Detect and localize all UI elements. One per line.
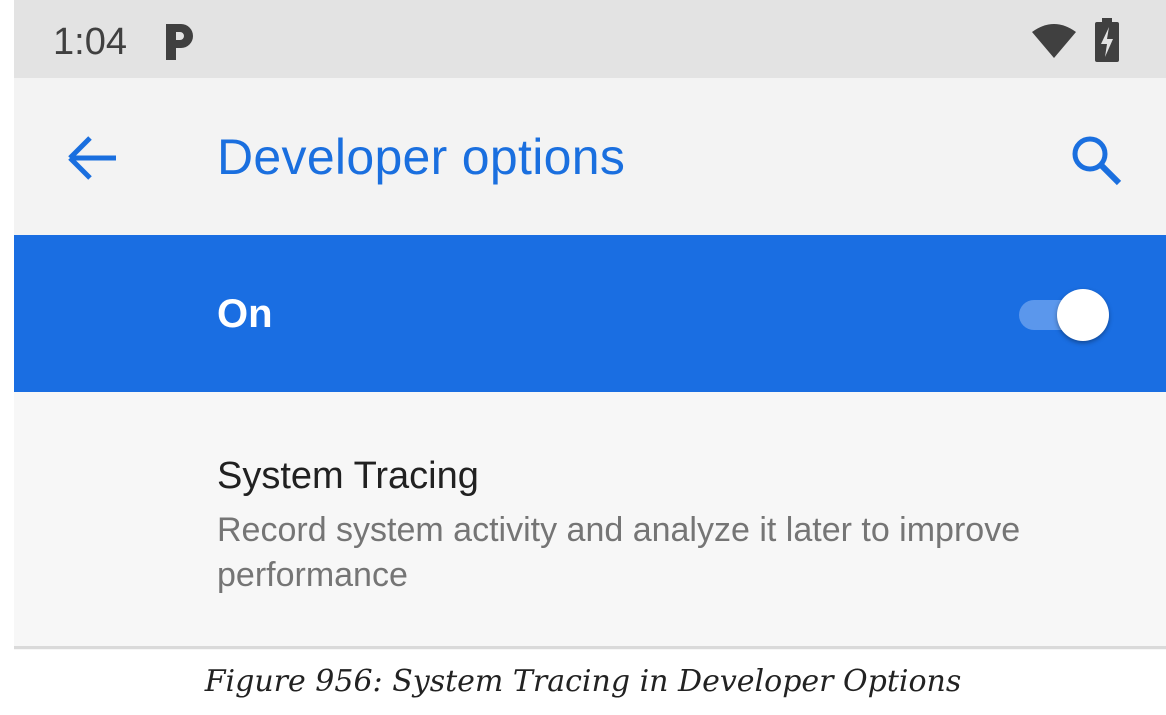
pref-summary: Record system activity and analyze it la… xyxy=(217,511,1021,594)
list-divider xyxy=(14,646,1166,649)
app-bar: Developer options xyxy=(14,78,1166,235)
status-bar: 1:04 xyxy=(14,0,1166,78)
page-title: Developer options xyxy=(217,129,626,185)
pref-item-system-tracing[interactable]: System Tracing Record system activity an… xyxy=(14,392,1166,646)
toggle-thumb xyxy=(1057,289,1109,341)
device-screen: 1:04 Developer options On System Tracing… xyxy=(14,0,1166,650)
figure-caption: Figure 956: System Tracing in Developer … xyxy=(204,664,962,699)
pref-title: System Tracing xyxy=(217,455,479,497)
master-switch-label: On xyxy=(217,292,273,336)
search-icon[interactable] xyxy=(1070,134,1122,186)
wifi-icon xyxy=(1032,24,1076,58)
master-toggle-switch[interactable] xyxy=(1019,285,1113,345)
battery-charging-icon xyxy=(1095,18,1119,62)
pandora-p-icon xyxy=(166,24,193,60)
arrow-back-icon[interactable] xyxy=(64,133,120,183)
status-time: 1:04 xyxy=(53,21,127,63)
master-switch-bar[interactable]: On xyxy=(14,235,1166,392)
